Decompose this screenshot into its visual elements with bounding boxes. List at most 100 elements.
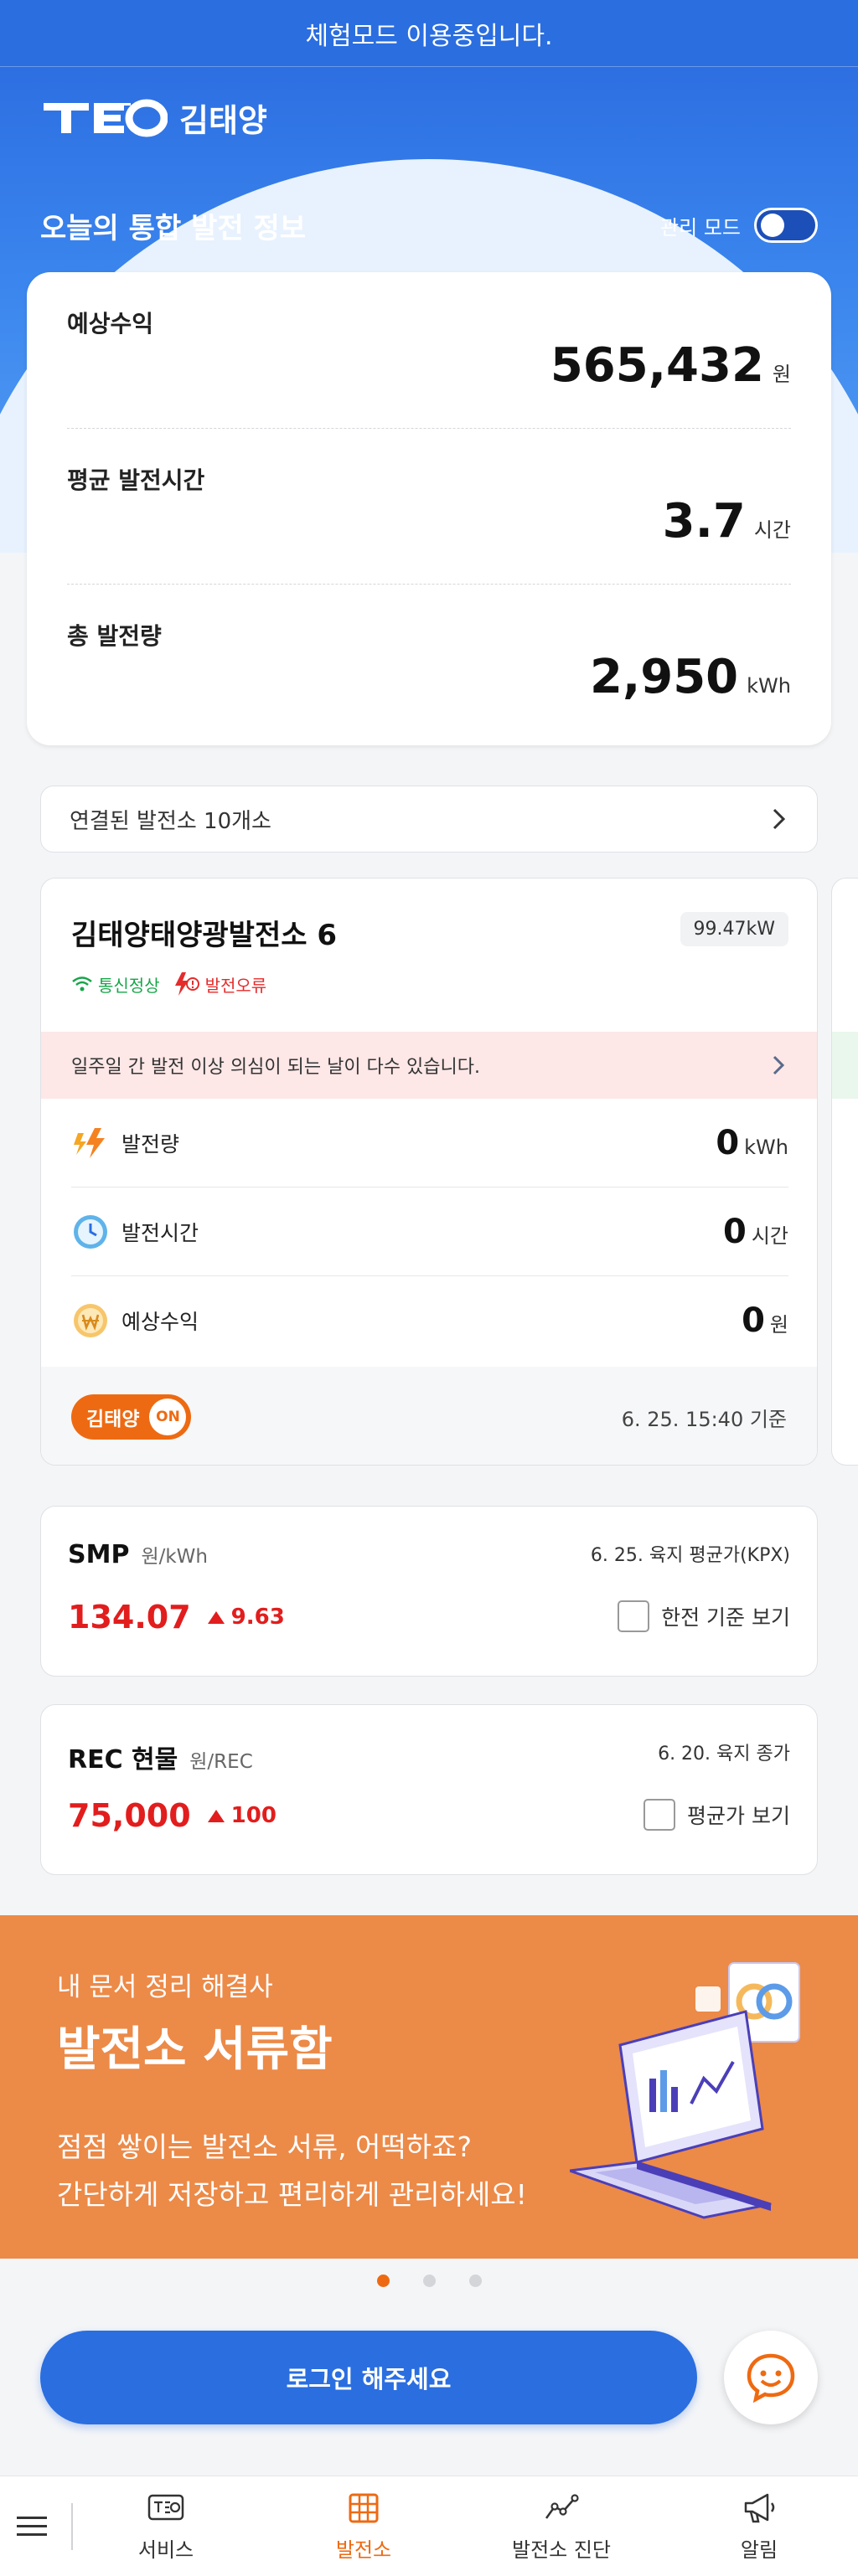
metric-generation: 발전량 0 kWh <box>71 1099 788 1188</box>
avg-generation-time-row: 평균 발전시간 3.7 시간 <box>67 428 791 584</box>
login-button[interactable]: 로그인 해주세요 <box>40 2331 697 2424</box>
wifi-icon <box>72 976 92 992</box>
avg-generation-time-value: 3.7 <box>662 494 746 549</box>
lightning-icon <box>74 1127 105 1158</box>
metric-generation-label: 발전량 <box>121 1131 180 1157</box>
anomaly-alert-text: 일주일 간 발전 이상 의심이 되는 날이 다수 있습니다. <box>71 1057 480 1078</box>
metric-expected-revenue-value: 0 <box>742 1301 765 1340</box>
plant-name: 김태양태양광발전소 6 <box>71 919 338 952</box>
metric-expected-revenue: 예상수익 0 원 <box>71 1276 788 1365</box>
chatbot-button[interactable] <box>724 2331 818 2424</box>
smp-unit: 원/kWh <box>141 1546 209 1568</box>
metric-generation-time-value: 0 <box>722 1212 747 1251</box>
nav-item-alerts[interactable]: 알림 <box>675 2491 843 2563</box>
next-card-alert-strip <box>832 1032 858 1099</box>
plant-card[interactable]: 김태양태양광발전소 6 99.47kW 통신정상 발전오류 일주일 간 발전 이… <box>40 878 818 1466</box>
up-triangle-icon <box>207 1610 225 1624</box>
carousel-indicator <box>0 2275 858 2287</box>
bottom-navigation: 서비스 발전소 발전소 진단 알림 <box>0 2476 858 2576</box>
up-triangle-icon <box>207 1809 225 1822</box>
smp-date: 6. 25. 육지 평균가(KPX) <box>590 1545 790 1566</box>
nav-label-alerts: 알림 <box>740 2538 778 2562</box>
grid-panel-icon <box>349 2493 379 2523</box>
admin-mode-label: 관리 모드 <box>660 215 741 240</box>
average-price-option[interactable]: 평균가 보기 <box>644 1799 790 1831</box>
admin-mode-toggle[interactable] <box>754 208 818 243</box>
banner-description-line1: 점점 쌓이는 발전소 서류, 어떡하죠? <box>57 2130 473 2163</box>
banner-title: 발전소 서류함 <box>57 2022 333 2077</box>
app-header: 김태양 <box>40 92 267 142</box>
smp-value: 134.07 <box>68 1599 191 1636</box>
metric-expected-revenue-label: 예상수익 <box>121 1310 199 1334</box>
plant-capacity-badge: 99.47kW <box>680 912 788 946</box>
expected-revenue-value: 565,432 <box>550 338 764 393</box>
plant-card-footer: 김태양 ON 6. 25. 15:40 기준 <box>41 1367 817 1465</box>
nav-divider <box>71 2503 73 2550</box>
owner-on-badge[interactable]: 김태양 ON <box>71 1394 192 1440</box>
nav-label-diagnosis: 발전소 진단 <box>511 2538 612 2562</box>
summary-title: 오늘의 통합 발전 정보 <box>40 212 307 245</box>
plant-status-row: 통신정상 발전오류 <box>71 971 266 997</box>
nav-item-plants[interactable]: 발전소 <box>280 2491 447 2563</box>
smp-delta-value: 9.63 <box>230 1605 285 1630</box>
total-generation-label: 총 발전량 <box>67 622 162 650</box>
smp-title: SMP <box>68 1540 130 1569</box>
average-price-label: 평균가 보기 <box>687 1804 790 1828</box>
smp-card: SMP 원/kWh 6. 25. 육지 평균가(KPX) 134.07 9.63… <box>40 1506 818 1677</box>
summary-card: 예상수익 565,432 원 평균 발전시간 3.7 시간 총 발전량 2,95… <box>27 272 831 745</box>
metric-generation-time: 발전시간 0 시간 <box>71 1188 788 1276</box>
carousel-dot-3[interactable] <box>468 2275 482 2287</box>
kepco-basis-option[interactable]: 한전 기준 보기 <box>618 1600 790 1632</box>
won-coin-icon <box>74 1304 107 1337</box>
nav-item-diagnosis[interactable]: 발전소 진단 <box>478 2491 645 2563</box>
connected-plants-button[interactable]: 연결된 발전소 10개소 <box>40 786 818 853</box>
expected-revenue-unit: 원 <box>772 363 791 386</box>
status-error-label: 발전오류 <box>204 975 267 996</box>
clock-icon <box>74 1214 107 1249</box>
total-generation-unit: kWh <box>747 674 791 698</box>
avg-generation-time-label: 평균 발전시간 <box>67 466 205 494</box>
nav-label-service: 서비스 <box>137 2538 194 2562</box>
hamburger-menu-icon[interactable] <box>15 2510 49 2543</box>
kepco-basis-checkbox[interactable] <box>618 1600 650 1632</box>
total-generation-value: 2,950 <box>590 650 739 704</box>
metric-expected-revenue-unit: 원 <box>769 1313 788 1337</box>
user-name: 김태양 <box>179 101 267 139</box>
connected-plants-label: 연결된 발전소 10개소 <box>70 808 271 834</box>
owner-name: 김태양 <box>86 1409 140 1430</box>
avg-generation-time-unit: 시간 <box>753 518 791 542</box>
carousel-dot-1[interactable] <box>376 2275 390 2287</box>
metric-generation-value: 0 <box>716 1123 740 1162</box>
nav-label-plants: 발전소 <box>335 2538 392 2562</box>
status-error: 발전오류 <box>172 971 267 997</box>
banner-subtitle: 내 문서 정리 해결사 <box>57 1972 273 2002</box>
chat-smile-icon <box>747 2353 795 2403</box>
carousel-dot-2[interactable] <box>422 2275 436 2287</box>
status-ok: 통신정상 <box>71 972 160 997</box>
rec-unit: 원/REC <box>189 1751 253 1773</box>
on-indicator: ON <box>149 1399 187 1435</box>
toggle-knob <box>761 214 784 237</box>
expected-revenue-row: 예상수익 565,432 원 <box>67 272 791 428</box>
promo-banner[interactable]: 내 문서 정리 해결사 발전소 서류함 점점 쌓이는 발전소 서류, 어떡하죠?… <box>0 1915 858 2259</box>
rec-title: REC 현물 <box>68 1745 178 1775</box>
metric-generation-unit: kWh <box>744 1135 788 1159</box>
updated-timestamp: 6. 25. 15:40 기준 <box>621 1407 787 1431</box>
average-price-checkbox[interactable] <box>644 1799 676 1831</box>
total-generation-row: 총 발전량 2,950 kWh <box>67 584 791 739</box>
metric-generation-time-unit: 시간 <box>751 1224 788 1248</box>
admin-mode-control: 관리 모드 <box>660 208 818 243</box>
anomaly-alert[interactable]: 일주일 간 발전 이상 의심이 되는 날이 다수 있습니다. <box>41 1032 817 1099</box>
demo-mode-banner: 체험모드 이용중입니다. <box>0 0 858 67</box>
chevron-right-icon <box>773 808 786 830</box>
laptop-documents-illustration <box>570 1962 800 2219</box>
diagnosis-chart-icon <box>545 2494 579 2519</box>
status-ok-label: 통신정상 <box>98 975 160 996</box>
rec-date: 6. 20. 육지 종가 <box>658 1744 790 1765</box>
next-plant-card-peek[interactable] <box>831 878 858 1466</box>
nav-item-service[interactable]: 서비스 <box>82 2491 250 2563</box>
expected-revenue-label: 예상수익 <box>67 310 154 337</box>
kepco-basis-label: 한전 기준 보기 <box>661 1605 790 1630</box>
rec-value: 75,000 <box>68 1797 191 1834</box>
metric-generation-time-label: 발전시간 <box>121 1220 199 1245</box>
